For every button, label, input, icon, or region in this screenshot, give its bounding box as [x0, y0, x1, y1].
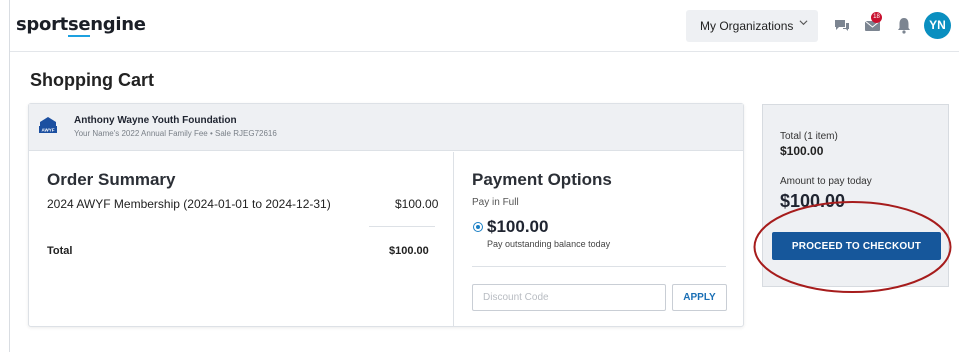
amount-to-pay-label: Amount to pay today [780, 176, 872, 187]
chat-icon[interactable] [832, 15, 852, 35]
payment-note: Pay outstanding balance today [487, 239, 611, 249]
line-item-price: $100.00 [395, 197, 439, 211]
payment-amount: $100.00 [487, 217, 549, 236]
org-logo-text: AWYF [42, 128, 55, 133]
my-organizations-dropdown[interactable]: My Organizations [686, 10, 818, 42]
organization-subtitle: Your Name's 2022 Annual Family Fee • Sal… [74, 129, 277, 138]
page: sportsengine My Organizations 18 YN Shop… [0, 0, 959, 352]
summary-total-value: $100.00 [780, 144, 824, 158]
org-menu-label: My Organizations [700, 19, 794, 33]
organization-name: Anthony Wayne Youth Foundation [74, 115, 237, 126]
summary-total-label: Total (1 item) [780, 131, 838, 142]
column-divider [453, 152, 454, 327]
sportsengine-logo[interactable]: sportsengine [16, 14, 146, 37]
chevron-down-icon [799, 20, 808, 26]
page-title: Shopping Cart [30, 70, 154, 90]
pay-in-full-radio[interactable] [473, 222, 483, 232]
order-total-panel: Total (1 item) $100.00 Amount to pay tod… [762, 104, 949, 287]
discount-code-input[interactable] [472, 284, 666, 311]
line-item-description: 2024 AWYF Membership (2024-01-01 to 2024… [47, 197, 331, 211]
organization-header: AWYF Anthony Wayne Youth Foundation Your… [29, 104, 743, 151]
org-logo-icon: AWYF [39, 117, 57, 133]
message-count-badge: 18 [871, 12, 882, 23]
top-nav: sportsengine My Organizations 18 YN [10, 0, 959, 52]
subtotal-divider [369, 226, 435, 227]
left-border [9, 0, 10, 352]
user-avatar[interactable]: YN [924, 12, 951, 39]
logo-text-pre: sport [16, 14, 68, 35]
bell-icon[interactable] [894, 15, 914, 35]
logo-text-post: ngine [90, 14, 146, 35]
logo-text-mid: se [67, 14, 91, 37]
cart-card: AWYF Anthony Wayne Youth Foundation Your… [28, 103, 744, 327]
order-summary-title: Order Summary [47, 170, 176, 189]
payment-options-title: Payment Options [472, 170, 612, 189]
proceed-to-checkout-button[interactable]: PROCEED TO CHECKOUT [772, 232, 941, 260]
amount-to-pay-value: $100.00 [780, 191, 846, 211]
payment-option-label: Pay in Full [472, 197, 519, 208]
total-value: $100.00 [389, 245, 429, 257]
total-label: Total [47, 245, 73, 257]
apply-discount-button[interactable]: APPLY [672, 284, 727, 311]
payment-divider [472, 266, 726, 267]
